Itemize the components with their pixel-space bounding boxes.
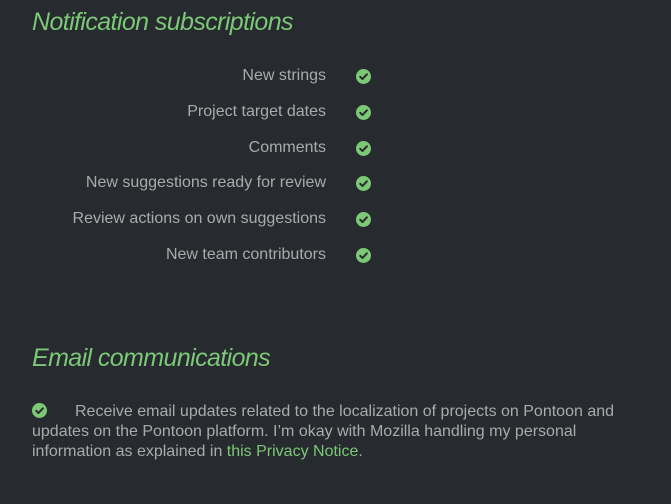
subscription-label-new-suggestions[interactable]: New suggestions ready for review bbox=[86, 174, 326, 192]
check-circle-icon[interactable] bbox=[356, 69, 371, 84]
subscription-row-new-strings: New strings bbox=[0, 59, 671, 95]
settings-page: Notification subscriptions New strings P… bbox=[0, 0, 671, 504]
subscription-row-project-target-dates: Project target dates bbox=[0, 95, 671, 131]
check-circle-icon[interactable] bbox=[356, 176, 371, 192]
email-consent: Receive email updates related to the loc… bbox=[32, 402, 642, 462]
email-consent-text-end: . bbox=[358, 443, 363, 460]
notification-subscriptions-list: New strings Project target dates Comment… bbox=[0, 59, 671, 274]
subscription-row-comments: Comments bbox=[0, 131, 671, 167]
subscription-label-new-team-contributors[interactable]: New team contributors bbox=[166, 246, 326, 264]
check-circle-icon[interactable] bbox=[356, 104, 371, 120]
subscription-label-project-target-dates[interactable]: Project target dates bbox=[187, 103, 326, 121]
check-circle-icon[interactable] bbox=[356, 247, 371, 263]
subscription-row-new-suggestions: New suggestions ready for review bbox=[0, 166, 671, 202]
subscription-label-comments[interactable]: Comments bbox=[249, 139, 326, 157]
email-communications-title: Email communications bbox=[32, 344, 271, 372]
notification-subscriptions-title: Notification subscriptions bbox=[32, 8, 294, 36]
check-circle-icon[interactable] bbox=[356, 212, 371, 228]
subscription-row-new-team-contributors: New team contributors bbox=[0, 238, 671, 274]
check-circle-icon[interactable] bbox=[32, 403, 47, 418]
subscription-row-review-actions: Review actions on own suggestions bbox=[0, 202, 671, 238]
subscription-label-review-actions[interactable]: Review actions on own suggestions bbox=[73, 210, 326, 228]
subscription-label-new-strings[interactable]: New strings bbox=[242, 67, 326, 85]
privacy-notice-link[interactable]: this Privacy Notice bbox=[227, 443, 359, 460]
check-circle-icon[interactable] bbox=[356, 140, 371, 156]
